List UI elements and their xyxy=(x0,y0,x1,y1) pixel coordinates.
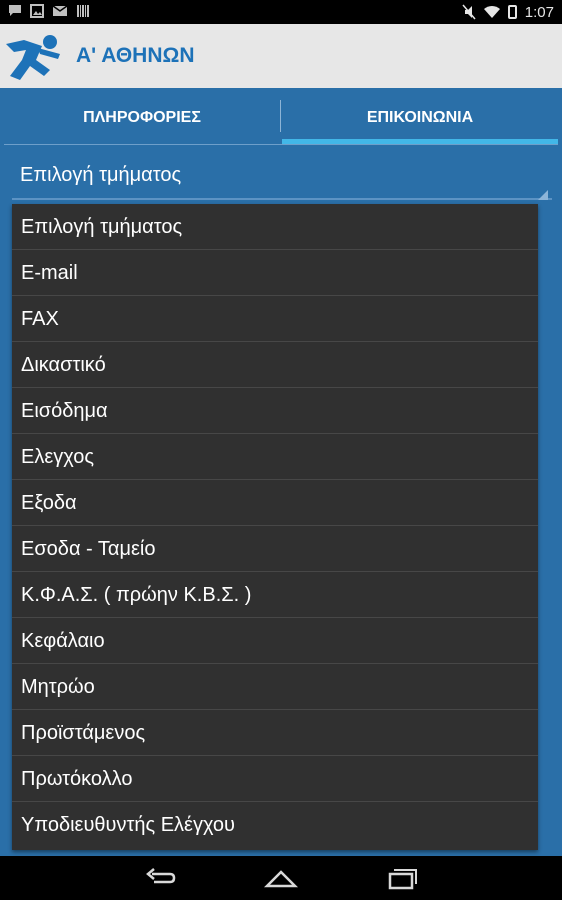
image-icon xyxy=(30,4,44,18)
tab-bar: ΠΛΗΡΟΦΟΡΙΕΣ ΕΠΙΚΟΙΝΩΝΙΑ xyxy=(0,88,562,146)
dropdown-option[interactable]: Δικαστικό xyxy=(12,342,538,388)
chat-icon xyxy=(9,5,21,16)
recent-apps-icon[interactable] xyxy=(384,864,420,892)
dropdown-option[interactable]: Εισόδημα xyxy=(12,388,538,434)
dropdown-option[interactable]: E-mail xyxy=(12,250,538,296)
dropdown-option[interactable]: Υποδιευθυντής Ελέγχου xyxy=(12,802,538,848)
dropdown-option[interactable]: Εξοδα xyxy=(12,480,538,526)
spinner-underline xyxy=(12,198,552,200)
notification-icons xyxy=(8,4,90,18)
spinner-selected-value: Επιλογή τμήματος xyxy=(20,164,182,186)
department-dropdown-list: Επιλογή τμήματος E-mail FAX Δικαστικό Ει… xyxy=(12,204,538,850)
mail-icon xyxy=(52,5,68,16)
home-icon[interactable] xyxy=(263,864,299,892)
battery-icon xyxy=(507,5,517,19)
running-figure-icon xyxy=(6,35,60,80)
dropdown-option[interactable]: Πρωτόκολλο xyxy=(12,756,538,802)
dropdown-option[interactable]: Προϊστάμενος xyxy=(12,710,538,756)
navigation-bar xyxy=(0,856,562,900)
dropdown-option[interactable]: Κ.Φ.Α.Σ. ( πρώην Κ.Β.Σ. ) xyxy=(12,572,538,618)
dropdown-option[interactable]: Ελεγχος xyxy=(12,434,538,480)
dropdown-option[interactable]: FAX xyxy=(12,296,538,342)
dropdown-option[interactable]: Κεφάλαιο xyxy=(12,618,538,664)
system-icons: 1:07 xyxy=(462,0,554,24)
back-icon[interactable] xyxy=(142,864,178,892)
status-bar: 1:07 xyxy=(0,0,562,24)
app-title: Α' ΑΘΗΝΩΝ xyxy=(76,44,195,67)
tab-information[interactable]: ΠΛΗΡΟΦΟΡΙΕΣ xyxy=(4,88,280,146)
dropdown-arrow-icon xyxy=(538,190,548,200)
dropdown-option[interactable]: Εσοδα - Ταμείο xyxy=(12,526,538,572)
dropdown-option[interactable]: Μητρώο xyxy=(12,664,538,710)
status-time: 1:07 xyxy=(524,3,554,21)
wifi-icon xyxy=(483,6,500,18)
tab-baseline xyxy=(4,144,558,145)
barcode-icon xyxy=(77,5,89,17)
department-spinner[interactable]: Επιλογή τμήματος xyxy=(6,154,552,200)
tab-contact[interactable]: ΕΠΙΚΟΙΝΩΝΙΑ xyxy=(282,88,558,146)
tab-divider xyxy=(280,100,281,132)
dropdown-option[interactable]: Επιλογή τμήματος xyxy=(12,204,538,250)
mute-icon xyxy=(462,4,476,20)
app-bar: Α' ΑΘΗΝΩΝ xyxy=(0,24,562,88)
tab-selected-indicator xyxy=(282,139,558,144)
